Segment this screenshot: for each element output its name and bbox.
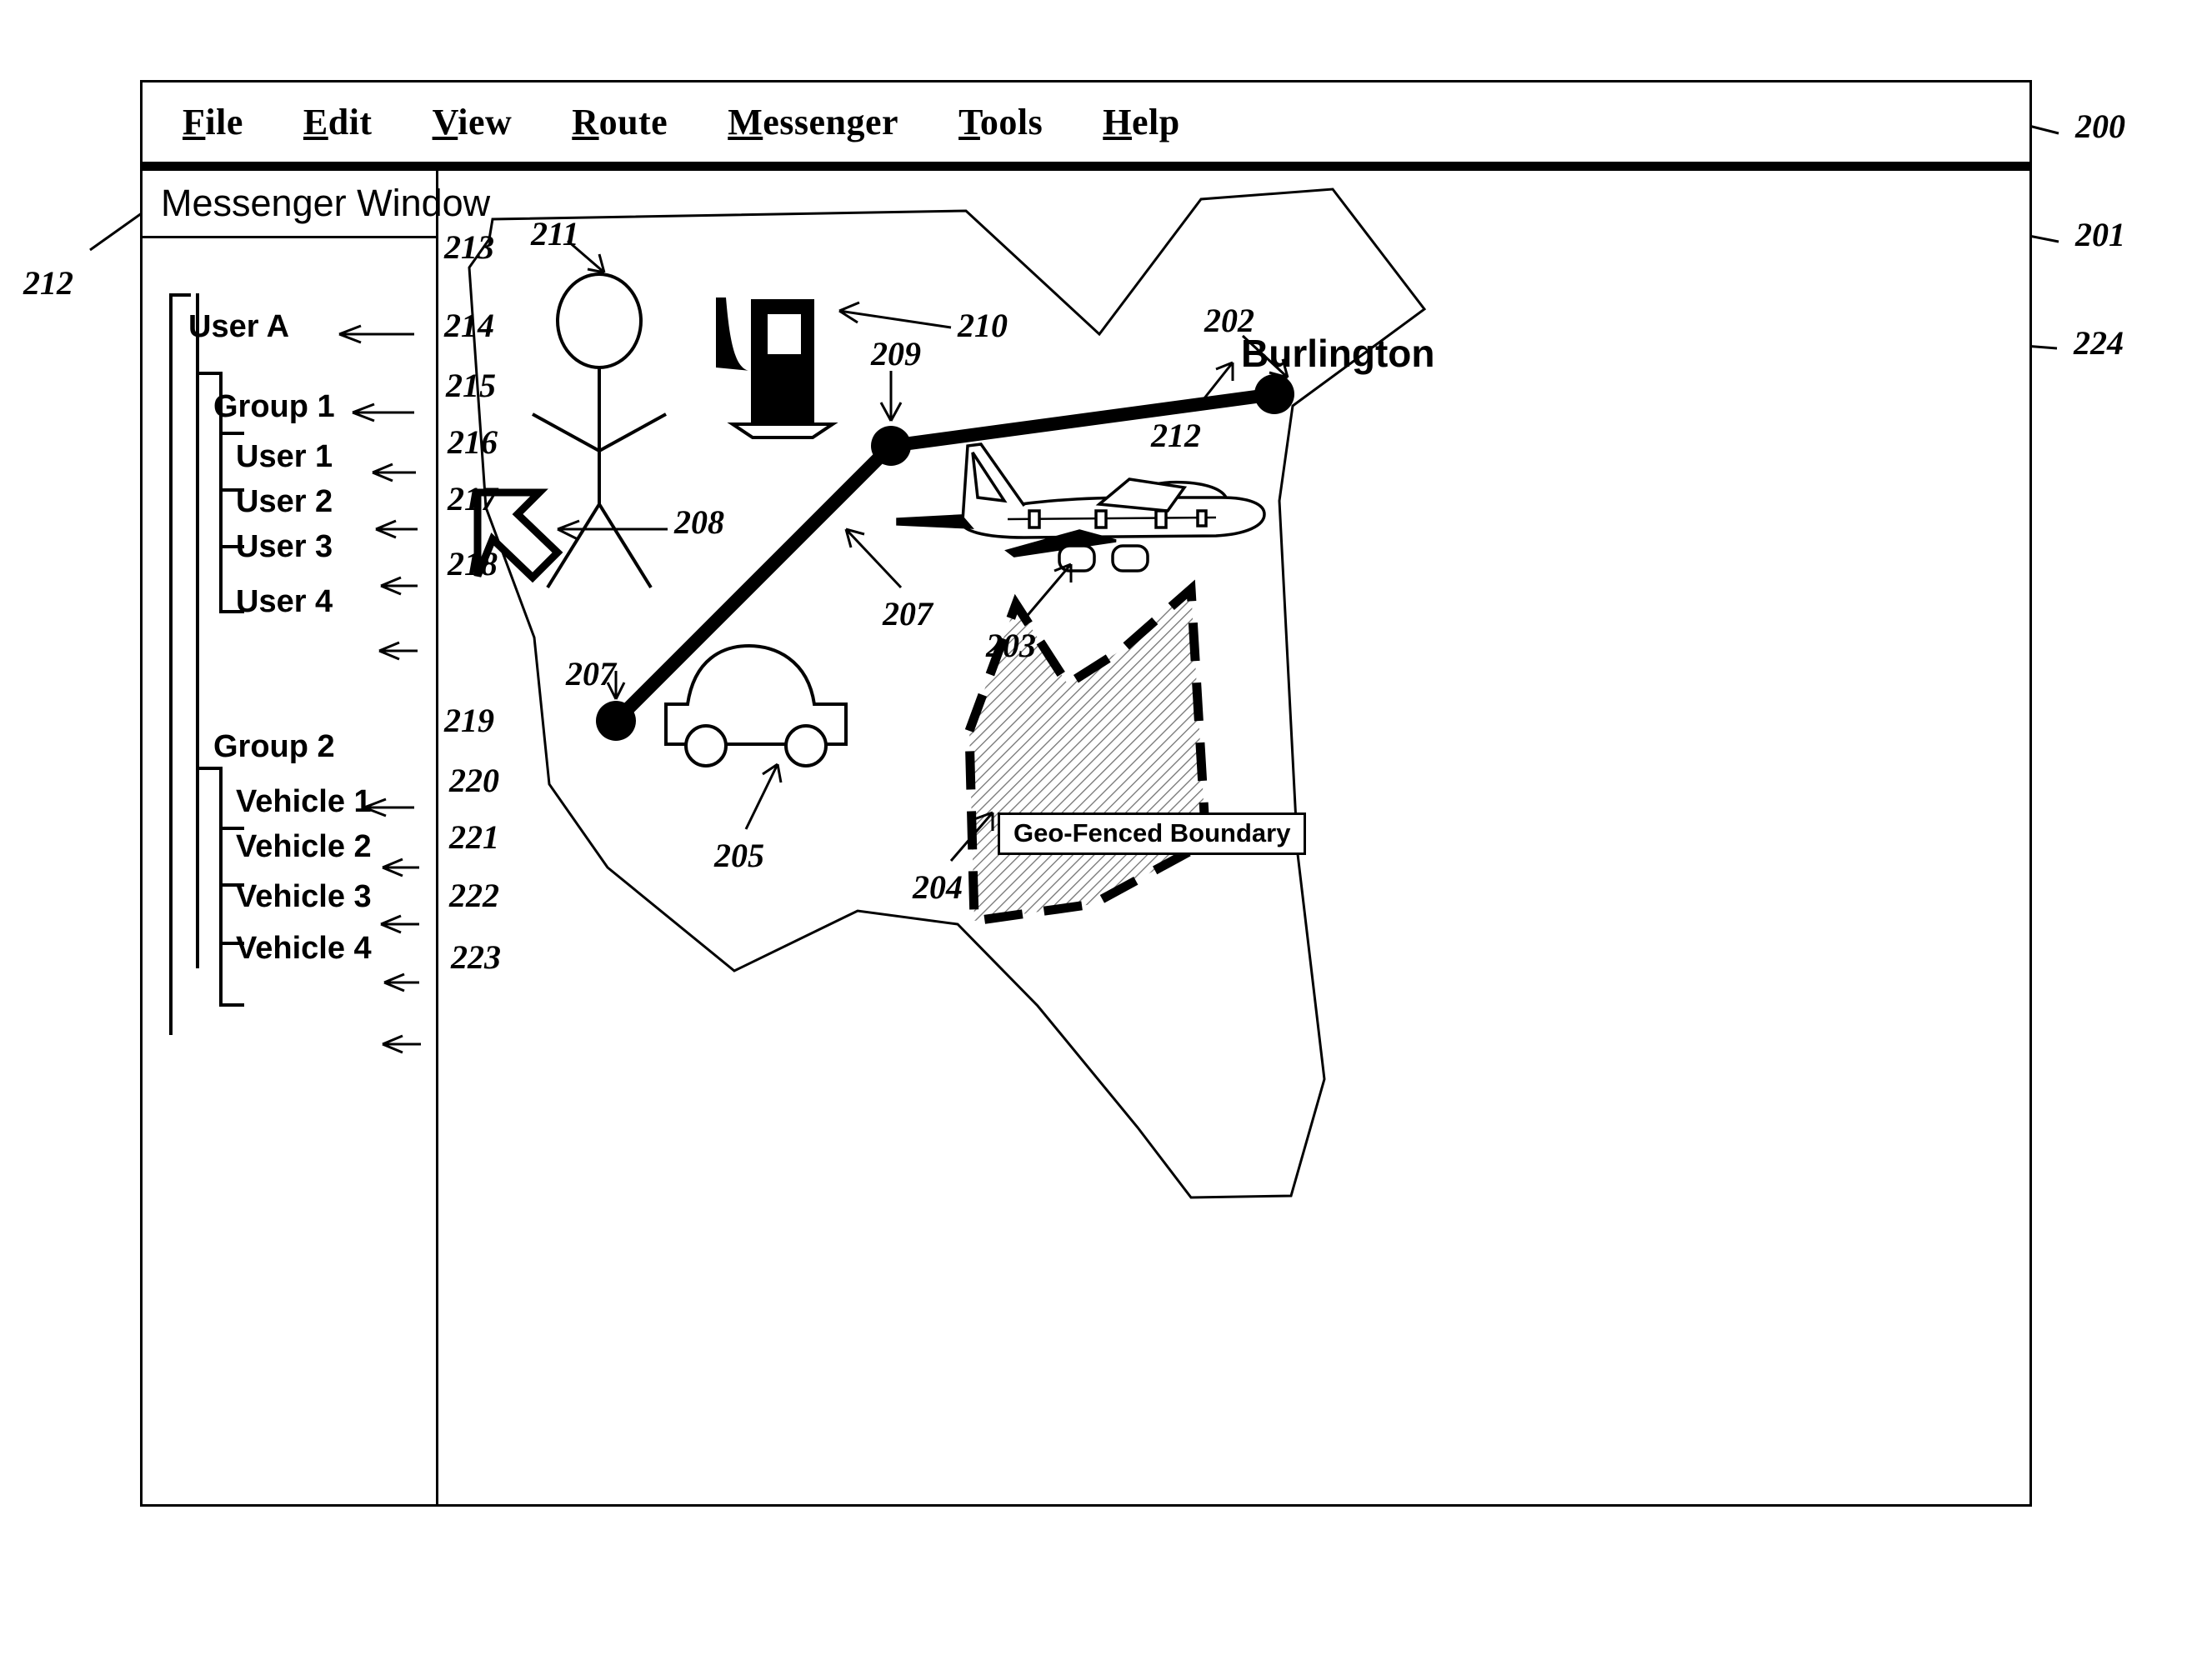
menu-item-file[interactable]: File	[183, 101, 243, 143]
city-label-burlington: Burlington	[1241, 332, 1435, 375]
route-node-icon-waypoint[interactable]	[871, 426, 911, 466]
stick-figure-icon[interactable]	[532, 272, 667, 589]
menu-item-route[interactable]: Route	[572, 101, 668, 143]
route-node-icon-destination[interactable]	[1254, 374, 1294, 414]
ref-208: 208	[674, 503, 724, 541]
ref-212-map: 212	[1151, 417, 1201, 454]
map-canvas[interactable]: Burlington Geo-Fenced Boundary 211 210 2…	[441, 171, 2029, 1504]
menu-item-view[interactable]: View	[433, 101, 513, 143]
car-icon[interactable]	[664, 643, 848, 768]
sidebar-leader-lines	[338, 324, 421, 1054]
ref-203: 203	[986, 627, 1036, 664]
ref-200: 200	[2075, 108, 2125, 145]
ref-210: 210	[958, 307, 1008, 344]
ref-224: 224	[2074, 324, 2124, 362]
ref-211: 211	[531, 215, 579, 252]
ref-201: 201	[2075, 216, 2125, 253]
menu-bar-divider	[143, 162, 2029, 171]
menu-item-edit[interactable]: Edit	[303, 101, 373, 143]
cursor-arrow-icon[interactable]	[473, 488, 563, 583]
menu-bar: File Edit View Route Messenger Tools Hel…	[143, 82, 2029, 162]
ref-209: 209	[871, 335, 921, 372]
menu-item-help[interactable]: Help	[1103, 101, 1179, 143]
gas-pump-icon[interactable]	[716, 298, 838, 439]
ref-206: 207	[883, 595, 933, 632]
route-node-icon-origin[interactable]	[596, 701, 636, 741]
menu-item-tools[interactable]: Tools	[958, 101, 1043, 143]
menu-item-messenger[interactable]: Messenger	[728, 101, 898, 143]
ref-204: 204	[913, 868, 963, 906]
application-window: File Edit View Route Messenger Tools Hel…	[140, 80, 2032, 1507]
ref-202: 202	[1204, 302, 1254, 339]
ref-212-sidebar: 212	[23, 264, 73, 302]
ref-207: 207	[566, 655, 616, 692]
geofence-boundary-label: Geo-Fenced Boundary	[998, 812, 1307, 855]
ref-205: 205	[714, 837, 764, 874]
messenger-window-panel: Messenger Window User A Group 1 User 1 U…	[143, 171, 490, 1504]
airplane-icon[interactable]	[896, 442, 1266, 572]
